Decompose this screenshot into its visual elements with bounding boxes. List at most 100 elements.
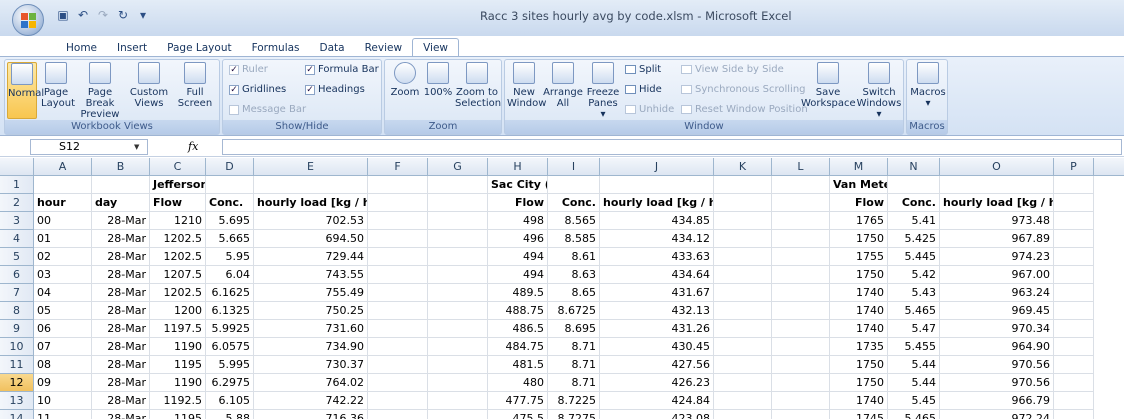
- cell-load[interactable]: 430.45: [600, 338, 714, 356]
- cell[interactable]: [1054, 248, 1094, 266]
- normal-view-button[interactable]: Normal: [7, 62, 44, 119]
- cell-load[interactable]: 434.64: [600, 266, 714, 284]
- cell-load[interactable]: 969.45: [940, 302, 1054, 320]
- row-header-7[interactable]: 7: [0, 284, 34, 302]
- group-heading-jefferson[interactable]: Jefferson: [150, 176, 206, 194]
- row-header-4[interactable]: 4: [0, 230, 34, 248]
- cell-load[interactable]: 743.55: [254, 266, 368, 284]
- column-header-a[interactable]: A: [34, 158, 92, 176]
- cell[interactable]: [772, 302, 830, 320]
- cell-hour[interactable]: 01: [34, 230, 92, 248]
- cell[interactable]: [1054, 266, 1094, 284]
- reset-window-position-button[interactable]: Reset Window Position: [681, 104, 808, 115]
- header-conc[interactable]: Conc.: [206, 194, 254, 212]
- macros-button[interactable]: Macros ▾: [909, 62, 947, 109]
- cell-load[interactable]: 694.50: [254, 230, 368, 248]
- cell[interactable]: [428, 302, 488, 320]
- cell[interactable]: [714, 302, 772, 320]
- cell-flow[interactable]: 494: [488, 248, 548, 266]
- cell[interactable]: [714, 374, 772, 392]
- split-button[interactable]: Split: [625, 64, 661, 75]
- cell[interactable]: [772, 266, 830, 284]
- cell[interactable]: [772, 176, 830, 194]
- cell-flow[interactable]: 1740: [830, 392, 888, 410]
- group-heading-van-meter[interactable]: Van Meter (Q, C): [830, 176, 888, 194]
- cell[interactable]: [1054, 194, 1094, 212]
- cell-load[interactable]: 427.56: [600, 356, 714, 374]
- cell-flow[interactable]: 1195: [150, 356, 206, 374]
- column-header-l[interactable]: L: [772, 158, 830, 176]
- header-conc[interactable]: Conc.: [548, 194, 600, 212]
- cell[interactable]: [714, 356, 772, 374]
- formula-input[interactable]: [222, 139, 1122, 155]
- cell-load[interactable]: 970.56: [940, 374, 1054, 392]
- new-window-button[interactable]: New Window: [507, 62, 546, 109]
- cell[interactable]: [1054, 374, 1094, 392]
- cell-load[interactable]: 423.08: [600, 410, 714, 419]
- tab-home[interactable]: Home: [56, 40, 107, 56]
- save-icon[interactable]: ▣: [56, 8, 70, 22]
- cell[interactable]: [1054, 392, 1094, 410]
- cell-flow[interactable]: 1750: [830, 266, 888, 284]
- cell[interactable]: [368, 248, 428, 266]
- cell-day[interactable]: 28-Mar: [92, 374, 150, 392]
- cell-load[interactable]: 731.60: [254, 320, 368, 338]
- page-layout-button[interactable]: Page Layout: [41, 62, 75, 109]
- cell[interactable]: [1054, 230, 1094, 248]
- cell-load[interactable]: 970.56: [940, 356, 1054, 374]
- cell-conc[interactable]: 5.445: [888, 248, 940, 266]
- header-flow[interactable]: Flow: [488, 194, 548, 212]
- cell-day[interactable]: 28-Mar: [92, 248, 150, 266]
- cell[interactable]: [1054, 410, 1094, 419]
- cell-flow[interactable]: 1750: [830, 374, 888, 392]
- cell[interactable]: [368, 338, 428, 356]
- select-all-corner[interactable]: [0, 158, 34, 176]
- cell-flow[interactable]: 1197.5: [150, 320, 206, 338]
- cell-conc[interactable]: 5.995: [206, 356, 254, 374]
- office-button[interactable]: [12, 4, 44, 36]
- name-box-dropdown-icon[interactable]: ▼: [134, 143, 139, 151]
- cell-load[interactable]: 434.12: [600, 230, 714, 248]
- cell[interactable]: [548, 176, 600, 194]
- cell-flow[interactable]: 1735: [830, 338, 888, 356]
- cell-conc[interactable]: 8.7275: [548, 410, 600, 419]
- cell-conc[interactable]: 6.105: [206, 392, 254, 410]
- tab-view[interactable]: View: [412, 38, 459, 56]
- column-header-o[interactable]: O: [940, 158, 1054, 176]
- synchronous-scrolling-button[interactable]: Synchronous Scrolling: [681, 84, 806, 95]
- cell-day[interactable]: 28-Mar: [92, 392, 150, 410]
- cell-load[interactable]: 431.67: [600, 284, 714, 302]
- cell-load[interactable]: 764.02: [254, 374, 368, 392]
- cell-hour[interactable]: 11: [34, 410, 92, 419]
- tab-data[interactable]: Data: [310, 40, 355, 56]
- cell[interactable]: [428, 284, 488, 302]
- cell[interactable]: [1054, 284, 1094, 302]
- column-header-p[interactable]: P: [1054, 158, 1094, 176]
- cell[interactable]: [714, 176, 772, 194]
- group-heading-sac-city[interactable]: Sac City (Q, C): [488, 176, 548, 194]
- cell-flow[interactable]: 1202.5: [150, 248, 206, 266]
- cell[interactable]: [428, 320, 488, 338]
- header-load[interactable]: hourly load [kg / hr]: [940, 194, 1054, 212]
- row-header-13[interactable]: 13: [0, 392, 34, 410]
- cell-conc[interactable]: 8.71: [548, 374, 600, 392]
- row-header-14[interactable]: 14: [0, 410, 34, 419]
- name-box[interactable]: S12: [30, 139, 148, 155]
- cell-conc[interactable]: 5.665: [206, 230, 254, 248]
- cell[interactable]: [34, 176, 92, 194]
- cell[interactable]: [772, 212, 830, 230]
- page-break-preview-button[interactable]: Page Break Preview: [75, 62, 125, 120]
- cell-load[interactable]: 964.90: [940, 338, 1054, 356]
- column-header-e[interactable]: E: [254, 158, 368, 176]
- cell-conc[interactable]: 5.47: [888, 320, 940, 338]
- cell-conc[interactable]: 5.9925: [206, 320, 254, 338]
- cell-conc[interactable]: 8.61: [548, 248, 600, 266]
- row-header-5[interactable]: 5: [0, 248, 34, 266]
- gridlines-checkbox[interactable]: ✓ Gridlines: [229, 84, 286, 95]
- cell-conc[interactable]: 8.65: [548, 284, 600, 302]
- cell-load[interactable]: 963.24: [940, 284, 1054, 302]
- cell[interactable]: [368, 356, 428, 374]
- switch-windows-button[interactable]: Switch Windows ▾: [855, 62, 903, 120]
- cell-conc[interactable]: 5.45: [888, 392, 940, 410]
- cell-hour[interactable]: 00: [34, 212, 92, 230]
